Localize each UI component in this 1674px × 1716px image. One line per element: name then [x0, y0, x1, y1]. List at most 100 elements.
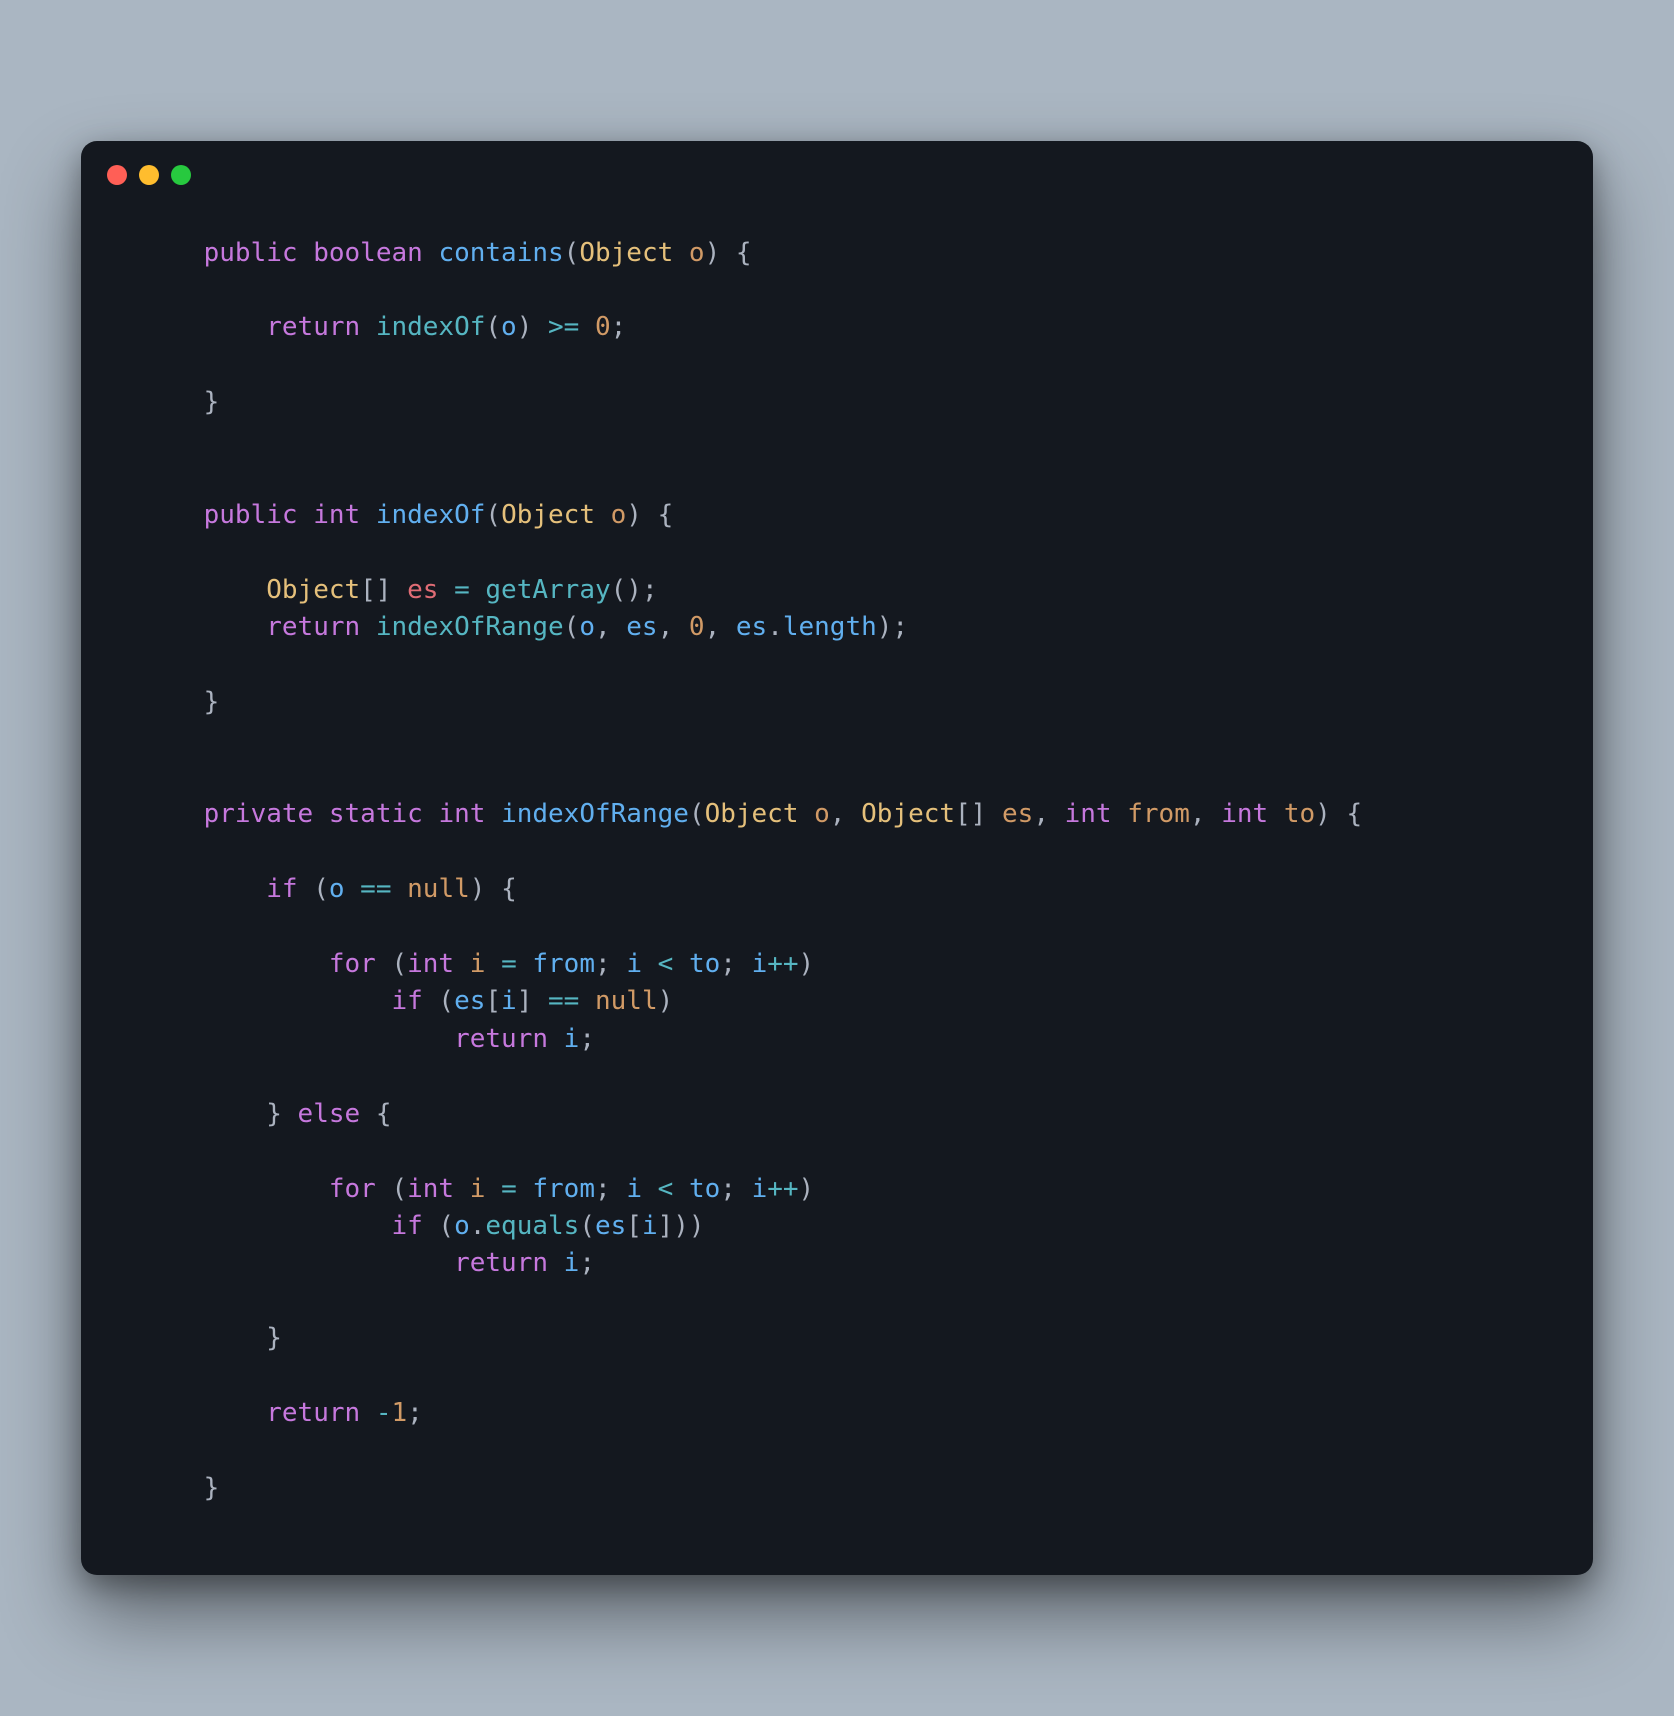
window-titlebar — [81, 141, 1593, 195]
code-token: ( — [579, 1211, 595, 1241]
code-token: o — [814, 799, 830, 829]
code-token: == — [548, 986, 579, 1016]
code-token: ) — [626, 500, 642, 530]
code-token: Object — [861, 799, 955, 829]
code-token: to — [689, 1174, 720, 1204]
code-token: , — [830, 799, 861, 829]
code-token — [141, 1473, 204, 1503]
code-token: i — [564, 1024, 580, 1054]
code-token: ) — [470, 874, 486, 904]
code-token: [] — [360, 575, 391, 605]
code-token: ; — [407, 1398, 423, 1428]
code-token: else — [298, 1099, 361, 1129]
code-token: 1 — [391, 1398, 407, 1428]
code-token: ) — [517, 312, 533, 342]
code-token: [ — [485, 986, 501, 1016]
code-token: to — [689, 949, 720, 979]
code-token: } — [204, 687, 220, 717]
code-token: { — [376, 1099, 392, 1129]
code-token: indexOfRange — [501, 799, 689, 829]
code-token — [517, 949, 533, 979]
code-token: ) — [799, 1174, 815, 1204]
code-token: i — [642, 1211, 658, 1241]
code-token: static — [329, 799, 423, 829]
code-token: es — [454, 986, 485, 1016]
code-token: getArray — [485, 575, 610, 605]
code-token: ; — [595, 949, 626, 979]
zoom-icon[interactable] — [171, 165, 191, 185]
code-token — [642, 1174, 658, 1204]
code-token: indexOfRange — [376, 612, 564, 642]
close-icon[interactable] — [107, 165, 127, 185]
code-window: public boolean contains(Object o) { retu… — [81, 141, 1593, 1576]
code-token: equals — [485, 1211, 579, 1241]
code-token: boolean — [313, 238, 423, 268]
code-token — [642, 500, 658, 530]
code-token: = — [501, 949, 517, 979]
code-token — [141, 387, 204, 417]
code-token: public — [204, 238, 298, 268]
code-token: int — [313, 500, 360, 530]
code-token: length — [783, 612, 877, 642]
code-token: , — [658, 612, 689, 642]
code-token — [141, 1024, 454, 1054]
code-token: i — [501, 986, 517, 1016]
code-token: = — [454, 575, 470, 605]
code-token: ; — [720, 949, 751, 979]
code-token — [1331, 799, 1347, 829]
stage: public boolean contains(Object o) { retu… — [0, 0, 1674, 1716]
code-token: Object — [705, 799, 799, 829]
code-token — [141, 986, 391, 1016]
code-token: from — [532, 949, 595, 979]
code-token: int — [407, 1174, 454, 1204]
code-token — [1112, 799, 1128, 829]
code-token: indexOf — [376, 500, 486, 530]
code-token — [485, 799, 501, 829]
code-token — [391, 575, 407, 605]
code-token: return — [266, 1398, 360, 1428]
code-token: i — [752, 1174, 768, 1204]
code-token: i — [470, 949, 486, 979]
minimize-icon[interactable] — [139, 165, 159, 185]
code-token: ( — [485, 312, 501, 342]
code-token: , — [705, 612, 736, 642]
code-token: ( — [391, 949, 407, 979]
code-token: (); — [611, 575, 658, 605]
code-token: indexOf — [376, 312, 486, 342]
code-token — [376, 949, 392, 979]
code-token: . — [470, 1211, 486, 1241]
code-token — [141, 1099, 266, 1129]
code-token: o — [501, 312, 517, 342]
code-token — [454, 949, 470, 979]
code-token: i — [626, 949, 642, 979]
code-token: ( — [689, 799, 705, 829]
code-token: return — [266, 312, 360, 342]
code-token: es — [1002, 799, 1033, 829]
code-token — [579, 312, 595, 342]
code-token: es — [595, 1211, 626, 1241]
code-token — [673, 1174, 689, 1204]
code-token — [595, 500, 611, 530]
code-token — [1268, 799, 1284, 829]
code-token — [720, 238, 736, 268]
code-token: Object — [501, 500, 595, 530]
code-token — [673, 238, 689, 268]
code-token: for — [329, 1174, 376, 1204]
code-token: - — [376, 1398, 392, 1428]
code-token — [313, 799, 329, 829]
code-token — [642, 949, 658, 979]
code-token: { — [658, 500, 674, 530]
code-token: == — [360, 874, 391, 904]
code-token: int — [407, 949, 454, 979]
code-token: for — [329, 949, 376, 979]
code-token: ++ — [767, 1174, 798, 1204]
code-token: < — [658, 949, 674, 979]
code-token: >= — [548, 312, 579, 342]
code-token: ) — [799, 949, 815, 979]
code-token: if — [391, 1211, 422, 1241]
code-token: . — [767, 612, 783, 642]
code-token: ; — [611, 312, 627, 342]
code-token — [673, 949, 689, 979]
code-token: int — [1221, 799, 1268, 829]
code-token: ( — [485, 500, 501, 530]
